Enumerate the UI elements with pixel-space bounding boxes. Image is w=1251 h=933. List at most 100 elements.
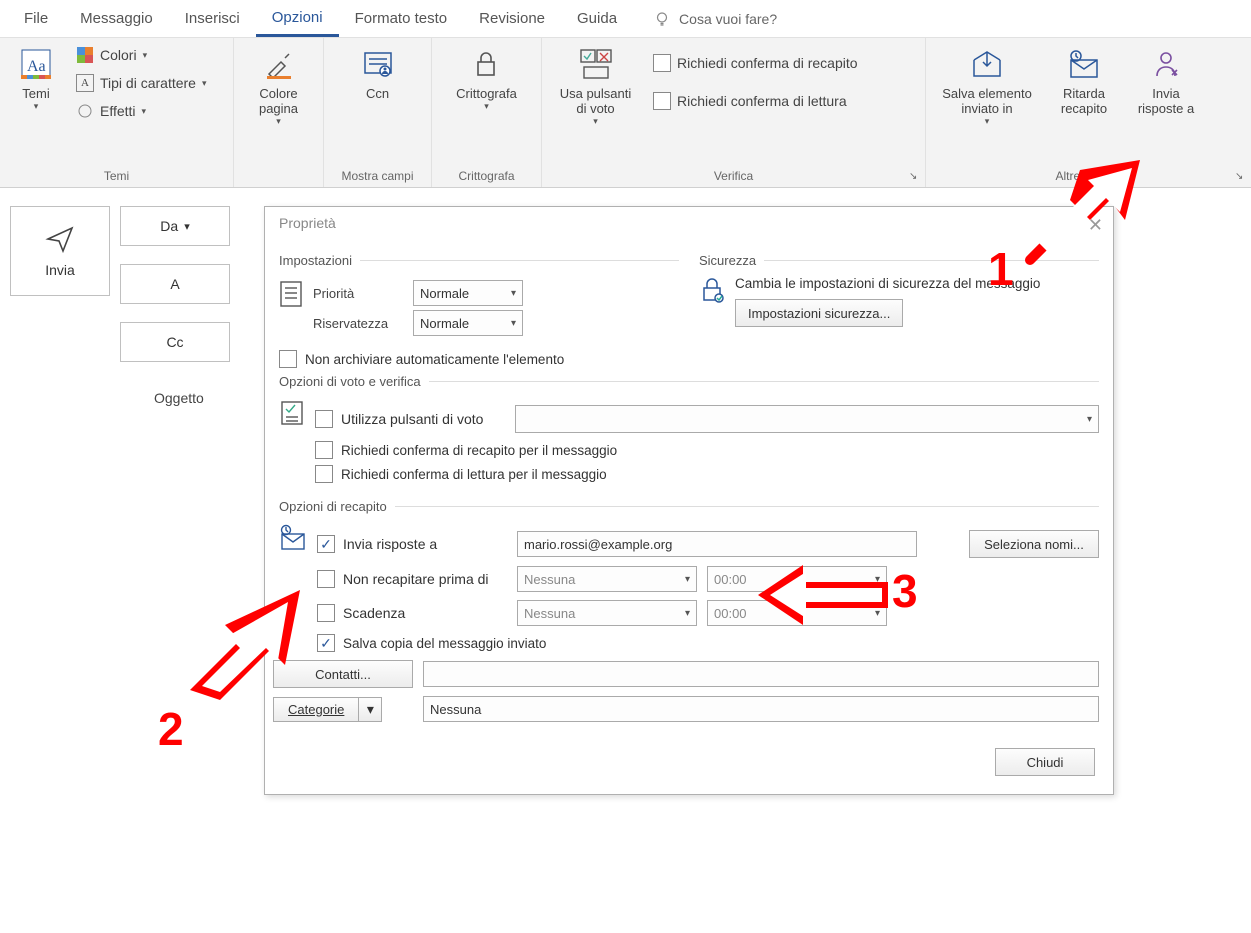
voto-options-dropdown[interactable]: ▾ (515, 405, 1099, 433)
send-button[interactable]: Invia (10, 206, 110, 296)
riservatezza-dropdown[interactable]: Normale▾ (413, 310, 523, 336)
delay-delivery-icon (1066, 46, 1102, 82)
non-recapitare-date-dropdown[interactable]: Nessuna▾ (517, 566, 697, 592)
tab-revisione[interactable]: Revisione (463, 2, 561, 35)
checkbox-icon (653, 54, 671, 72)
from-button[interactable]: Da ▾ (120, 206, 230, 246)
non-recapitare-label: Non recapitare prima di (343, 571, 489, 587)
page-color-icon (261, 46, 297, 82)
conferma-recapito-checkbox[interactable]: Richiedi conferma di recapito (649, 52, 862, 74)
salva-elemento-button[interactable]: Salva elemento inviato in▾ (932, 42, 1042, 131)
tab-guida[interactable]: Guida (561, 2, 633, 35)
voting-icon (578, 46, 614, 82)
tell-me-placeholder: Cosa vuoi fare? (679, 11, 777, 27)
tab-formato-testo[interactable]: Formato testo (339, 2, 464, 35)
encrypt-icon (468, 46, 504, 82)
dialog-title-bar: Proprietà ✕ (265, 207, 1113, 239)
priorita-label: Priorità (313, 286, 403, 301)
section-sicurezza: Sicurezza (699, 253, 756, 268)
scadenza-checkbox[interactable] (317, 604, 335, 622)
invia-risposte-button[interactable]: Invia risposte a (1126, 42, 1206, 120)
ritarda-recapito-button[interactable]: Ritarda recapito (1048, 42, 1120, 120)
non-recapitare-checkbox[interactable] (317, 570, 335, 588)
section-impostazioni: Impostazioni (279, 253, 352, 268)
subject-label: Oggetto (120, 380, 230, 406)
tab-inserisci[interactable]: Inserisci (169, 2, 256, 35)
non-archiviare-label: Non archiviare automaticamente l'element… (305, 352, 564, 367)
voto-checkbox[interactable] (315, 410, 333, 428)
properties-dialog: Proprietà ✕ Impostazioni Priorità Normal… (264, 206, 1114, 795)
themes-icon: Aa (18, 46, 54, 82)
colore-pagina-button[interactable]: Colore pagina▾ (240, 42, 317, 131)
scadenza-label: Scadenza (343, 605, 405, 621)
voto-label: Utilizza pulsanti di voto (341, 411, 483, 427)
group-label-altre: Altre opzioni (932, 167, 1245, 185)
group-label-colore-pagina (240, 167, 317, 185)
save-sent-icon (969, 46, 1005, 82)
chiudi-button[interactable]: Chiudi (995, 748, 1095, 776)
voting-section-icon (279, 397, 305, 489)
colors-icon (76, 46, 94, 64)
effetti-button[interactable]: Effetti▾ (72, 100, 211, 122)
dialog-close-button[interactable]: ✕ (1088, 215, 1103, 236)
crittografa-button[interactable]: Crittografa▾ (448, 42, 525, 116)
checkbox-icon (653, 92, 671, 110)
invia-risposte-label: Invia risposte a (343, 536, 437, 552)
conferma-lettura-checkbox[interactable]: Richiedi conferma di lettura (649, 90, 862, 112)
group-label-mostra-campi: Mostra campi (330, 167, 425, 185)
group-launcher-altre[interactable]: ↘ (1235, 171, 1249, 185)
bcc-icon (360, 46, 396, 82)
scadenza-date-dropdown[interactable]: Nessuna▾ (517, 600, 697, 626)
security-text: Cambia le impostazioni di sicurezza del … (735, 276, 1099, 291)
settings-icon (279, 276, 303, 340)
non-archiviare-checkbox[interactable] (279, 350, 297, 368)
tab-opzioni[interactable]: Opzioni (256, 1, 339, 37)
scadenza-time-dropdown[interactable]: 00:00▾ (707, 600, 887, 626)
categorie-input[interactable]: Nessuna (423, 696, 1099, 722)
ribbon-body: Aa Temi▾ Colori▾ A Tipi di carattere▾ (0, 38, 1251, 188)
voto-button[interactable]: Usa pulsanti di voto▾ (548, 42, 643, 131)
security-settings-button[interactable]: Impostazioni sicurezza... (735, 299, 903, 327)
group-launcher-verifica[interactable]: ↘ (909, 171, 923, 185)
categorie-button[interactable]: Categorie ▾ (273, 697, 413, 722)
contatti-input[interactable] (423, 661, 1099, 687)
invia-risposte-checkbox[interactable] (317, 535, 335, 553)
direct-replies-icon (1148, 46, 1184, 82)
ccn-button[interactable]: Ccn (348, 42, 408, 105)
conferma-recapito-msg-checkbox[interactable] (315, 441, 333, 459)
colori-button[interactable]: Colori▾ (72, 44, 211, 66)
security-icon (699, 276, 725, 327)
tell-me-search[interactable]: Cosa vuoi fare? (653, 10, 777, 28)
riservatezza-label: Riservatezza (313, 316, 403, 331)
to-button[interactable]: A (120, 264, 230, 304)
lightbulb-icon (653, 10, 671, 28)
dialog-title: Proprietà (279, 215, 336, 231)
priorita-dropdown[interactable]: Normale▾ (413, 280, 523, 306)
temi-button[interactable]: Aa Temi▾ (6, 42, 66, 116)
send-label: Invia (45, 262, 75, 278)
svg-text:Aa: Aa (27, 58, 46, 75)
conferma-lettura-msg-checkbox[interactable] (315, 465, 333, 483)
invia-risposte-input[interactable]: mario.rossi@example.org (517, 531, 917, 557)
fonts-icon: A (76, 74, 94, 92)
annotation-number-2: 2 (158, 702, 184, 756)
non-recapitare-time-dropdown[interactable]: 00:00▾ (707, 566, 887, 592)
chevron-down-icon: ▾ (184, 220, 190, 233)
salva-copia-checkbox[interactable] (317, 634, 335, 652)
group-label-verifica: Verifica (548, 167, 919, 185)
section-voto: Opzioni di voto e verifica (279, 374, 421, 389)
tipi-carattere-button[interactable]: A Tipi di carattere▾ (72, 72, 211, 94)
conferma-lettura-msg-label: Richiedi conferma di lettura per il mess… (341, 467, 607, 482)
send-icon (45, 224, 75, 254)
cc-button[interactable]: Cc (120, 322, 230, 362)
contatti-button[interactable]: Contatti... (273, 660, 413, 688)
seleziona-nomi-button[interactable]: Seleziona nomi... (969, 530, 1099, 558)
effects-icon (76, 102, 94, 120)
ribbon-tabs: File Messaggio Inserisci Opzioni Formato… (0, 0, 1251, 38)
conferma-recapito-msg-label: Richiedi conferma di recapito per il mes… (341, 443, 617, 458)
tab-file[interactable]: File (8, 2, 64, 35)
tab-messaggio[interactable]: Messaggio (64, 2, 169, 35)
group-label-crittografa: Crittografa (438, 167, 535, 185)
group-label-temi: Temi (6, 167, 227, 185)
salva-copia-label: Salva copia del messaggio inviato (343, 636, 546, 651)
